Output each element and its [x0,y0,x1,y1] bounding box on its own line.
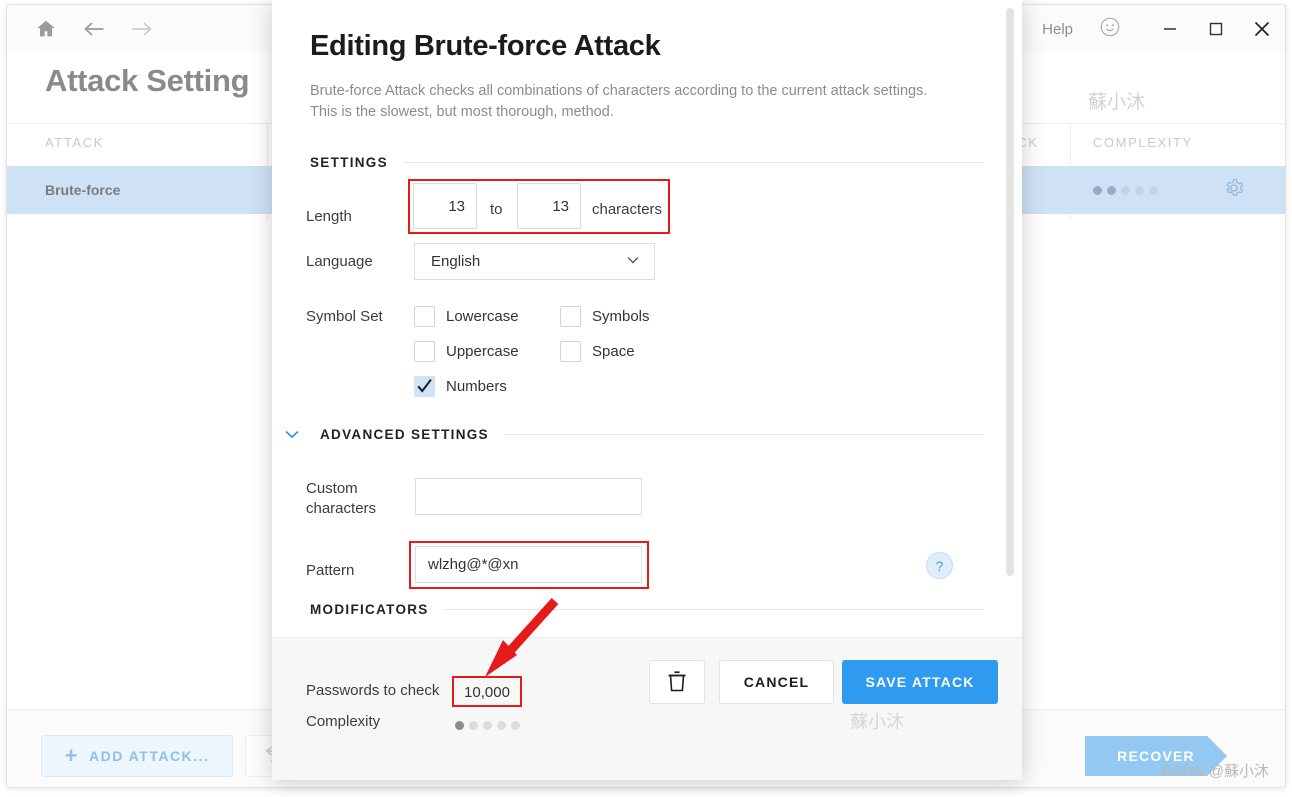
complexity-label: Complexity [306,713,381,730]
scrollbar-thumb[interactable] [1006,8,1014,576]
pattern-label: Pattern [306,562,355,579]
maximize-icon[interactable] [1193,7,1239,51]
length-highlight-annotation [408,179,670,234]
gear-icon[interactable] [1223,177,1245,204]
divider [444,609,984,610]
page-title: Attack Setting [45,63,250,98]
checkbox-space[interactable]: Space [560,341,635,362]
modificators-heading: MODIFICATORS [310,602,429,617]
passwords-highlight-annotation [452,676,522,707]
checkbox-box [560,341,581,362]
arrow-right-icon[interactable] [129,16,155,42]
checkbox-numbers[interactable]: Numbers [414,376,507,397]
language-label: Language [306,253,373,270]
dialog-title: Editing Brute-force Attack [310,30,661,62]
checkbox-uppercase[interactable]: Uppercase [414,341,519,362]
complexity-dots [455,721,520,730]
row-attack-name: Brute-force [45,182,121,198]
question-mark-icon[interactable]: ? [926,552,953,579]
settings-heading: SETTINGS [310,155,388,170]
row-complexity-dots [1093,185,1158,195]
window-controls: Help [1042,5,1285,53]
column-header-attack: ATTACK [45,135,104,150]
trash-icon [666,669,688,696]
checkbox-label: Symbols [592,308,650,325]
edit-attack-dialog: Editing Brute-force Attack Brute-force A… [272,0,1022,780]
help-menu-item[interactable]: Help [1042,21,1073,38]
custom-characters-input[interactable] [415,478,642,515]
divider [403,162,984,163]
checkbox-box [414,341,435,362]
length-label: Length [306,208,352,225]
vertical-scrollbar[interactable] [1000,0,1022,636]
add-attack-button[interactable]: + ADD ATTACK... [41,735,233,777]
watermark-top: 蘇小沐 [1087,92,1145,113]
dialog-description: Brute-force Attack checks all combinatio… [310,83,928,120]
delete-attack-button[interactable] [649,660,705,704]
plus-icon: + [64,743,79,768]
checkbox-lowercase[interactable]: Lowercase [414,306,519,327]
checkbox-label: Space [592,343,635,360]
close-icon[interactable] [1239,7,1285,51]
checkbox-label: Numbers [446,378,507,395]
dialog-footer: Passwords to check 10,000 Complexity 蘇小沐… [272,637,1022,780]
modificators-section-header: MODIFICATORS [310,602,984,617]
checkbox-symbols[interactable]: Symbols [560,306,650,327]
column-header-complexity: COMPLEXITY [1093,135,1193,150]
cancel-button[interactable]: CANCEL [719,660,834,704]
chevron-down-icon [625,252,641,272]
arrow-left-icon[interactable] [81,16,107,42]
checkbox-label: Lowercase [446,308,519,325]
divider [504,433,984,435]
check-icon [417,378,432,393]
passwords-to-check-label: Passwords to check [306,682,440,699]
language-select[interactable]: English [414,243,655,280]
watermark-footer: 蘇小沐 [850,712,904,732]
checkbox-box [560,306,581,327]
checkbox-box [414,306,435,327]
pattern-highlight-annotation [409,541,649,589]
symbol-set-label: Symbol Set [306,308,383,325]
chevron-down-icon [282,424,302,444]
smiley-icon[interactable] [1099,16,1121,43]
minimize-icon[interactable] [1147,7,1193,51]
custom-characters-label-line2: characters [306,500,377,517]
watermark-csdn: CSDN @蘇小沐 [1162,763,1269,780]
add-attack-label: ADD ATTACK... [89,748,210,764]
custom-characters-label-line1: Custom [306,480,358,497]
checkbox-box [414,376,435,397]
language-value: English [431,253,481,270]
settings-section-header: SETTINGS [310,155,984,170]
advanced-settings-header[interactable]: ADVANCED SETTINGS [282,424,984,444]
home-icon[interactable] [33,16,59,42]
save-attack-button[interactable]: SAVE ATTACK [842,660,998,704]
checkbox-label: Uppercase [446,343,519,360]
advanced-settings-heading: ADVANCED SETTINGS [320,426,489,442]
